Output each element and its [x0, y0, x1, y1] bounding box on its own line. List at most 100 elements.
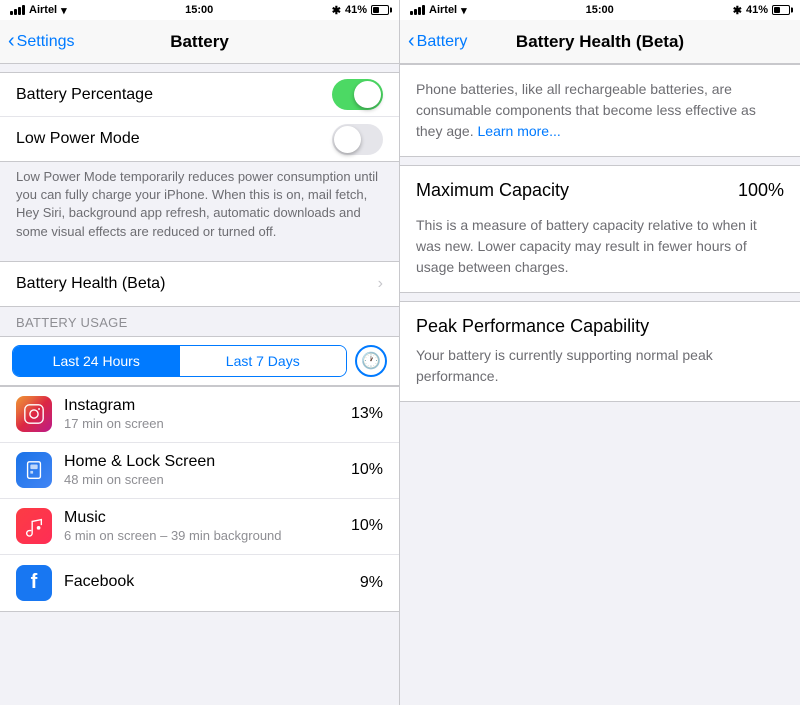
- signal-bars-left: [10, 5, 25, 15]
- tab-last-24-hours[interactable]: Last 24 Hours: [13, 346, 180, 376]
- settings-section: Battery Percentage Low Power Mode Low Po…: [0, 72, 399, 253]
- max-capacity-desc: This is a measure of battery capacity re…: [416, 215, 784, 278]
- facebook-icon: f: [16, 565, 52, 601]
- clock-icon[interactable]: 🕐: [355, 345, 387, 377]
- facebook-percent: 9%: [360, 574, 383, 592]
- facebook-name: Facebook: [64, 573, 360, 591]
- instagram-icon: [16, 396, 52, 432]
- music-icon: [16, 508, 52, 544]
- music-name: Music: [64, 509, 351, 527]
- left-status-bar: Airtel ▾ 15:00 ✱ 41%: [0, 0, 400, 20]
- right-nav-title: Battery Health (Beta): [516, 32, 684, 52]
- status-right-left: ✱ 41%: [332, 4, 389, 17]
- rbar1: [410, 11, 413, 15]
- instagram-name: Instagram: [64, 397, 351, 415]
- wifi-left: ▾: [61, 4, 67, 17]
- battery-usage-header: BATTERY USAGE: [0, 307, 399, 336]
- rbar3: [418, 7, 421, 15]
- left-nav-title: Battery: [170, 32, 229, 52]
- time-tabs[interactable]: Last 24 Hours Last 7 Days: [12, 345, 347, 377]
- bluetooth-right: ✱: [733, 4, 742, 17]
- bluetooth-left: ✱: [332, 4, 341, 17]
- battery-percentage-row[interactable]: Battery Percentage: [0, 73, 399, 117]
- list-item[interactable]: f Facebook 9%: [0, 555, 399, 611]
- bar4: [22, 5, 25, 15]
- battery-percentage-toggle[interactable]: [332, 79, 383, 110]
- bar1: [10, 11, 13, 15]
- left-back-chevron-icon: ‹: [8, 31, 15, 51]
- max-capacity-title-row: Maximum Capacity 100%: [416, 180, 784, 207]
- low-power-mode-label: Low Power Mode: [16, 118, 332, 160]
- low-power-info: Low Power Mode temporarily reduces power…: [0, 162, 399, 253]
- homescreen-time: 48 min on screen: [64, 472, 351, 487]
- instagram-percent: 13%: [351, 405, 383, 423]
- panels: ‹ Settings Battery Battery Percentage Lo…: [0, 20, 800, 705]
- max-capacity-label: Maximum Capacity: [416, 180, 569, 201]
- intro-body: Phone batteries, like all rechargeable b…: [416, 81, 756, 139]
- right-status-bar: Airtel ▾ 15:00 ✱ 41%: [400, 0, 800, 20]
- left-back-button[interactable]: ‹ Settings: [8, 32, 74, 51]
- left-status-left: Airtel ▾: [10, 4, 67, 17]
- list-item[interactable]: Home & Lock Screen 48 min on screen 10%: [0, 443, 399, 499]
- right-status-left: Airtel ▾: [410, 4, 467, 17]
- bar3: [18, 7, 21, 15]
- signal-bars-right: [410, 5, 425, 15]
- tab-last-7-days[interactable]: Last 7 Days: [180, 346, 347, 376]
- right-nav-bar: ‹ Battery Battery Health (Beta): [400, 20, 800, 64]
- battery-health-label: Battery Health (Beta): [16, 263, 378, 305]
- right-panel: ‹ Battery Battery Health (Beta) Phone ba…: [400, 20, 800, 705]
- app-usage-list: Instagram 17 min on screen 13% Home & Lo…: [0, 386, 399, 612]
- music-percent: 10%: [351, 517, 383, 535]
- facebook-info: Facebook: [64, 573, 360, 592]
- battery-pct-left: 41%: [345, 4, 367, 16]
- list-item[interactable]: Instagram 17 min on screen 13%: [0, 387, 399, 443]
- battery-percentage-label: Battery Percentage: [16, 74, 332, 116]
- bar2: [14, 9, 17, 15]
- max-capacity-section: Maximum Capacity 100% This is a measure …: [400, 165, 800, 293]
- time-left: 15:00: [185, 4, 213, 16]
- homescreen-info: Home & Lock Screen 48 min on screen: [64, 453, 351, 487]
- battery-body-right: [772, 5, 790, 15]
- right-back-button[interactable]: ‹ Battery: [408, 32, 467, 51]
- right-back-chevron-icon: ‹: [408, 31, 415, 51]
- intro-section: Phone batteries, like all rechargeable b…: [400, 64, 800, 157]
- time-tabs-row: Last 24 Hours Last 7 Days 🕐: [0, 336, 399, 386]
- right-back-label: Battery: [417, 33, 468, 51]
- time-right: 15:00: [586, 4, 614, 16]
- music-info: Music 6 min on screen – 39 min backgroun…: [64, 509, 351, 543]
- left-nav-bar: ‹ Settings Battery: [0, 20, 399, 64]
- status-right-right: ✱ 41%: [733, 4, 790, 17]
- battery-health-chevron-icon: ›: [378, 275, 383, 293]
- rbar2: [414, 9, 417, 15]
- battery-fill-right: [774, 7, 780, 13]
- battery-health-card: Battery Health (Beta) ›: [0, 261, 399, 307]
- battery-body-left: [371, 5, 389, 15]
- peak-performance-label: Peak Performance Capability: [416, 316, 784, 337]
- list-item[interactable]: Music 6 min on screen – 39 min backgroun…: [0, 499, 399, 555]
- learn-more-link[interactable]: Learn more...: [478, 123, 561, 139]
- toggle-knob-on: [354, 81, 381, 108]
- intro-text: Phone batteries, like all rechargeable b…: [416, 79, 784, 142]
- settings-card: Battery Percentage Low Power Mode: [0, 72, 399, 162]
- wifi-right: ▾: [461, 4, 467, 17]
- left-back-label: Settings: [17, 33, 75, 51]
- rbar4: [422, 5, 425, 15]
- battery-pct-right: 41%: [746, 4, 768, 16]
- status-bars: Airtel ▾ 15:00 ✱ 41% Airtel ▾ 15:00 ✱ 41…: [0, 0, 800, 20]
- homescreen-icon: [16, 452, 52, 488]
- homescreen-percent: 10%: [351, 461, 383, 479]
- battery-health-row[interactable]: Battery Health (Beta) ›: [0, 262, 399, 306]
- toggle-knob-off: [334, 126, 361, 153]
- peak-performance-desc: Your battery is currently supporting nor…: [416, 345, 784, 387]
- instagram-time: 17 min on screen: [64, 416, 351, 431]
- instagram-info: Instagram 17 min on screen: [64, 397, 351, 431]
- battery-fill-left: [373, 7, 379, 13]
- low-power-mode-row[interactable]: Low Power Mode: [0, 117, 399, 161]
- homescreen-name: Home & Lock Screen: [64, 453, 351, 471]
- max-capacity-value: 100%: [738, 180, 784, 201]
- music-time: 6 min on screen – 39 min background: [64, 528, 351, 543]
- carrier-right: Airtel: [429, 4, 457, 16]
- peak-performance-section: Peak Performance Capability Your battery…: [400, 301, 800, 402]
- carrier-left: Airtel: [29, 4, 57, 16]
- low-power-mode-toggle[interactable]: [332, 124, 383, 155]
